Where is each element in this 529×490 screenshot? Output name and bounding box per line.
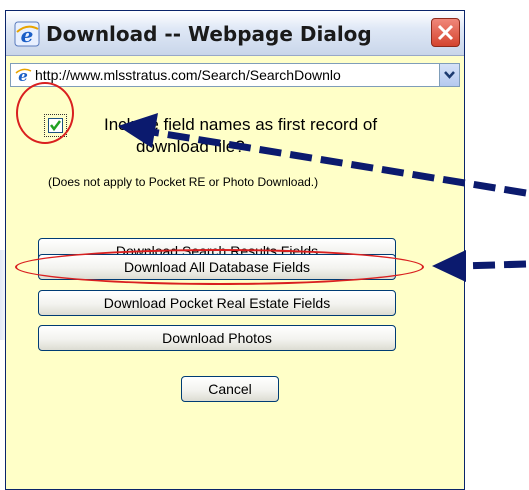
arrow-to-checkbox [118, 113, 527, 197]
arrow-to-all-database [432, 250, 527, 282]
annotation-arrows [118, 113, 527, 282]
